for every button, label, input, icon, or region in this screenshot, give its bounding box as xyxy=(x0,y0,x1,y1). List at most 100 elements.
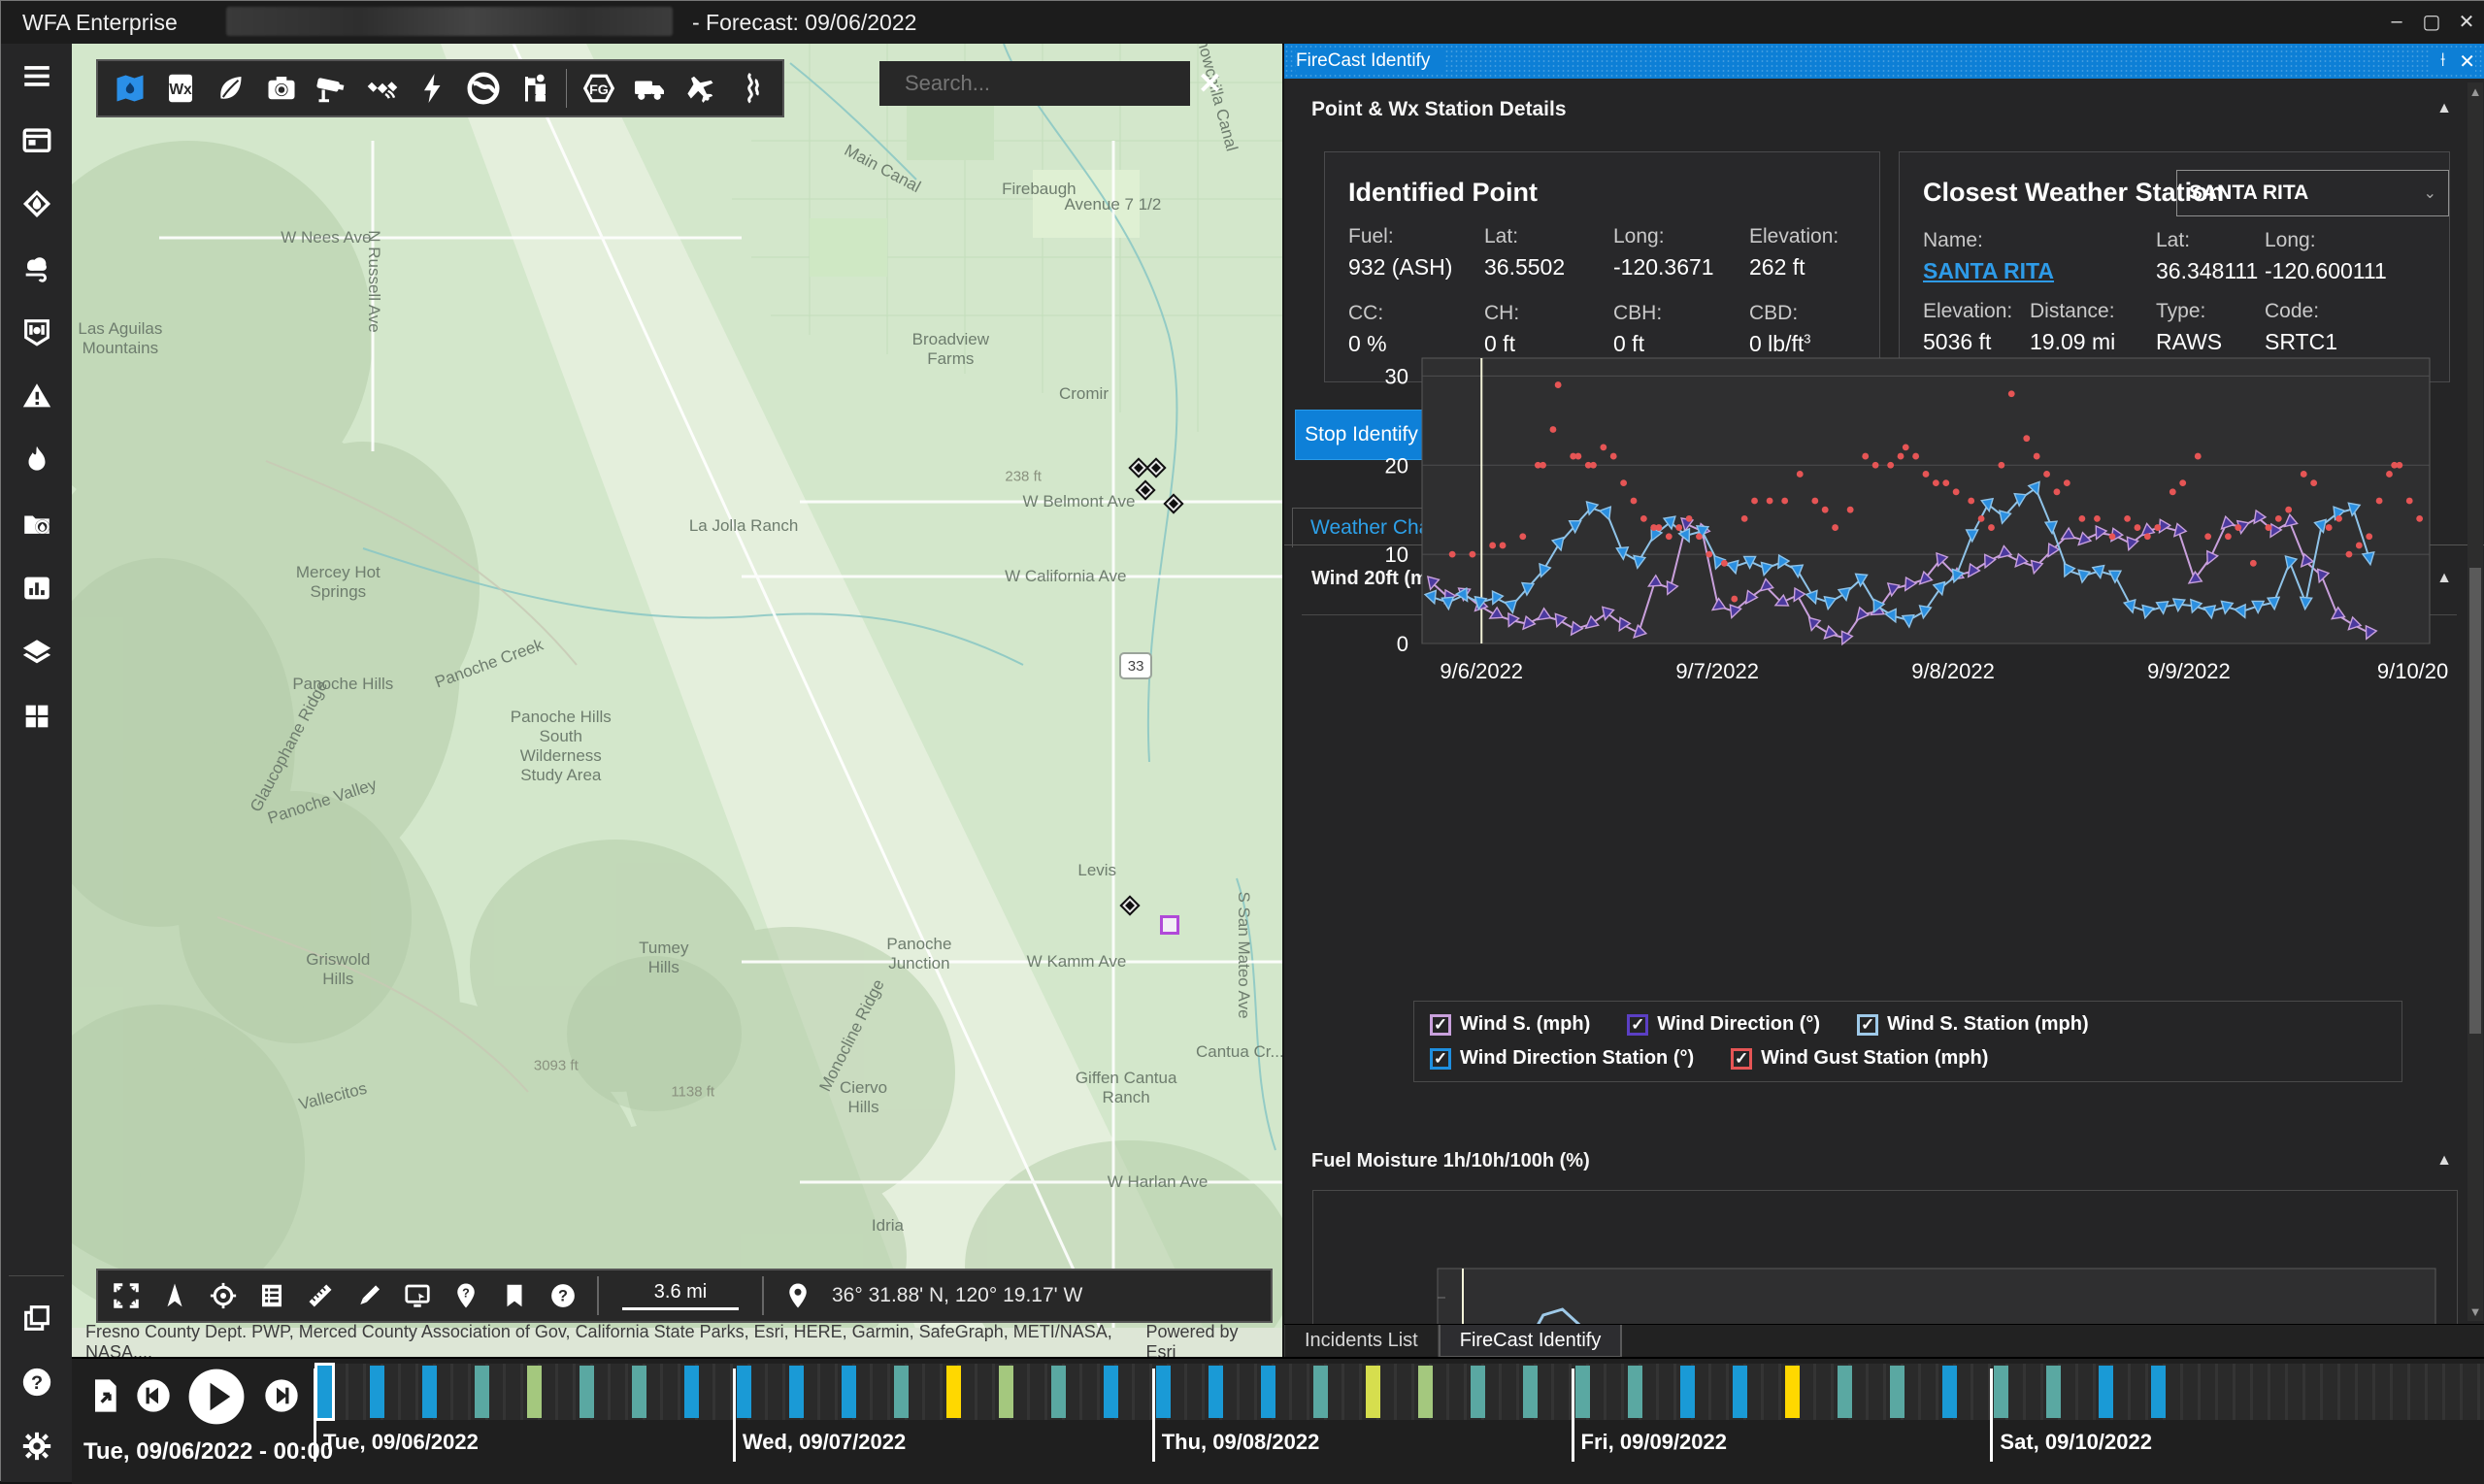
timeline-hour-bar[interactable] xyxy=(1994,1366,2008,1418)
timeline-hour-bar[interactable] xyxy=(1680,1366,1695,1418)
search-input[interactable] xyxy=(903,70,1186,97)
wind-chart[interactable]: 01020309/6/20229/7/20229/8/20229/9/20229… xyxy=(1342,335,2449,723)
fire-diamond-icon[interactable] xyxy=(1,172,72,236)
timeline-hour-bar[interactable] xyxy=(894,1366,909,1418)
cctv-icon[interactable] xyxy=(310,66,354,111)
close-button[interactable]: ✕ xyxy=(2452,7,2481,36)
timeline-hour-bar[interactable] xyxy=(1313,1366,1328,1418)
legend-checkbox[interactable]: ✓ xyxy=(1627,1014,1648,1036)
leaf-icon[interactable] xyxy=(209,66,253,111)
gear-icon[interactable] xyxy=(1,1414,72,1478)
timeline-hour-bar[interactable] xyxy=(684,1366,699,1418)
timeline-hour-bar[interactable] xyxy=(1104,1366,1118,1418)
minimize-button[interactable]: – xyxy=(2382,7,2411,36)
timeline-hour-bar[interactable] xyxy=(475,1366,489,1418)
legend-checkbox[interactable]: ✓ xyxy=(1430,1048,1451,1070)
layers-icon[interactable] xyxy=(1,620,72,684)
earth-icon[interactable] xyxy=(461,66,506,111)
ruler-icon[interactable] xyxy=(300,1275,341,1316)
truck-icon[interactable] xyxy=(627,66,672,111)
fg-icon[interactable]: FG xyxy=(577,66,621,111)
timeline-hour-bar[interactable] xyxy=(1628,1366,1642,1418)
timeline-hour-bar[interactable] xyxy=(789,1366,804,1418)
legend-item[interactable]: ✓Wind Direction (°) xyxy=(1627,1013,1820,1036)
folder-fire-icon[interactable] xyxy=(1,492,72,556)
timeline-hour-bar[interactable] xyxy=(1418,1366,1433,1418)
scrollbar-thumb[interactable] xyxy=(2469,568,2481,1034)
panel-header[interactable]: FireCast Identify ⟊ ✕ xyxy=(1284,44,2484,79)
menu-icon[interactable] xyxy=(1,44,72,108)
legend-item[interactable]: ✓Wind S. Station (mph) xyxy=(1857,1013,2089,1036)
timeline-hour-bar[interactable] xyxy=(1051,1366,1066,1418)
fuel-collapse-icon[interactable]: ▲ xyxy=(2436,1152,2452,1170)
legend-item[interactable]: ✓Wind Direction Station (°) xyxy=(1430,1047,1694,1070)
map-fire-icon[interactable] xyxy=(108,66,152,111)
aircraft-icon[interactable] xyxy=(678,66,722,111)
timeline-hour-bar[interactable] xyxy=(1156,1366,1171,1418)
plume-icon[interactable] xyxy=(728,66,773,111)
timeline-hour-bar[interactable] xyxy=(999,1366,1013,1418)
panel-scrollbar[interactable]: ▲ ▼ xyxy=(2467,82,2483,1321)
search-clear-icon[interactable]: ✕ xyxy=(1198,67,1222,101)
station-badge-icon[interactable] xyxy=(1,300,72,364)
scroll-down-icon[interactable]: ▼ xyxy=(2467,1304,2483,1319)
timeline-hour-bar[interactable] xyxy=(1733,1366,1747,1418)
identified-point-marker[interactable] xyxy=(1160,915,1179,935)
help-circle-icon[interactable]: ? xyxy=(543,1275,583,1316)
bolt-icon[interactable] xyxy=(411,66,455,111)
maximize-button[interactable]: ▢ xyxy=(2417,7,2446,36)
legend-item[interactable]: ✓Wind Gust Station (mph) xyxy=(1731,1047,1988,1070)
step-back-icon[interactable] xyxy=(134,1376,173,1415)
grid-icon[interactable] xyxy=(1,684,72,748)
export-frame-icon[interactable] xyxy=(85,1376,124,1415)
timeline-hour-bar[interactable] xyxy=(527,1366,542,1418)
station-name-link[interactable]: SANTA RITA xyxy=(1923,258,2156,300)
timeline-hour-bar[interactable] xyxy=(1890,1366,1904,1418)
timeline-hour-bar[interactable] xyxy=(737,1366,751,1418)
legend-checkbox[interactable]: ✓ xyxy=(1857,1014,1878,1036)
timeline-hour-bar[interactable] xyxy=(946,1366,961,1418)
warning-icon[interactable] xyxy=(1,364,72,428)
fuel-chart-frame[interactable]: 6 xyxy=(1312,1190,2458,1326)
camera-icon[interactable] xyxy=(259,66,304,111)
locate-icon[interactable] xyxy=(203,1275,244,1316)
timeline-hour-bar[interactable] xyxy=(317,1366,332,1418)
timeline-hour-bar[interactable] xyxy=(632,1366,646,1418)
legend-checkbox[interactable]: ✓ xyxy=(1430,1014,1451,1036)
pin-icon[interactable]: ⟊ xyxy=(2440,49,2445,74)
timeline-hour-bar[interactable] xyxy=(1785,1366,1800,1418)
timeline-hour-bar[interactable] xyxy=(1523,1366,1538,1418)
timeline-hour-bar[interactable] xyxy=(2046,1366,2061,1418)
wx-icon[interactable]: Wx xyxy=(158,66,203,111)
north-arrow-icon[interactable] xyxy=(154,1275,195,1316)
location-pin-icon[interactable] xyxy=(778,1275,818,1316)
person-flag-icon[interactable] xyxy=(512,66,556,111)
step-forward-icon[interactable] xyxy=(262,1376,301,1415)
bookmark-icon[interactable] xyxy=(494,1275,535,1316)
expand-icon[interactable] xyxy=(106,1275,147,1316)
bottom-tab-incidents-list[interactable]: Incidents List xyxy=(1284,1325,1439,1358)
flame-icon[interactable] xyxy=(1,428,72,492)
basemap-icon[interactable] xyxy=(397,1275,438,1316)
pencil-icon[interactable] xyxy=(348,1275,389,1316)
timeline-hour-bar[interactable] xyxy=(1838,1366,1852,1418)
map-view[interactable]: Las Aguilas MountainsW Nees AveFirebaugh… xyxy=(72,44,1282,1357)
section-collapse-icon[interactable]: ▲ xyxy=(2436,100,2452,117)
satellite-icon[interactable] xyxy=(360,66,405,111)
station-dropdown[interactable]: SANTA RITA ⌄ xyxy=(2176,170,2449,216)
timeline-hour-bar[interactable] xyxy=(842,1366,856,1418)
pin-question-icon[interactable]: ? xyxy=(446,1275,486,1316)
chart-icon[interactable] xyxy=(1,556,72,620)
play-icon[interactable] xyxy=(186,1367,247,1427)
timeline-hour-bar[interactable] xyxy=(1209,1366,1223,1418)
panel-close-icon[interactable]: ✕ xyxy=(2459,49,2475,74)
scroll-up-icon[interactable]: ▲ xyxy=(2467,84,2483,99)
timeline-hour-bar[interactable] xyxy=(2099,1366,2113,1418)
calendar-icon[interactable] xyxy=(1,108,72,172)
legend-checkbox[interactable]: ✓ xyxy=(1731,1048,1752,1070)
legend-list-icon[interactable] xyxy=(251,1275,292,1316)
timeline-hour-bar[interactable] xyxy=(2151,1366,2166,1418)
search-box[interactable]: ✕ xyxy=(879,61,1190,106)
windows-icon[interactable] xyxy=(1,1286,72,1350)
timeline-strip[interactable]: Tue, 09/06/2022Wed, 09/07/2022Thu, 09/08… xyxy=(314,1364,2484,1420)
